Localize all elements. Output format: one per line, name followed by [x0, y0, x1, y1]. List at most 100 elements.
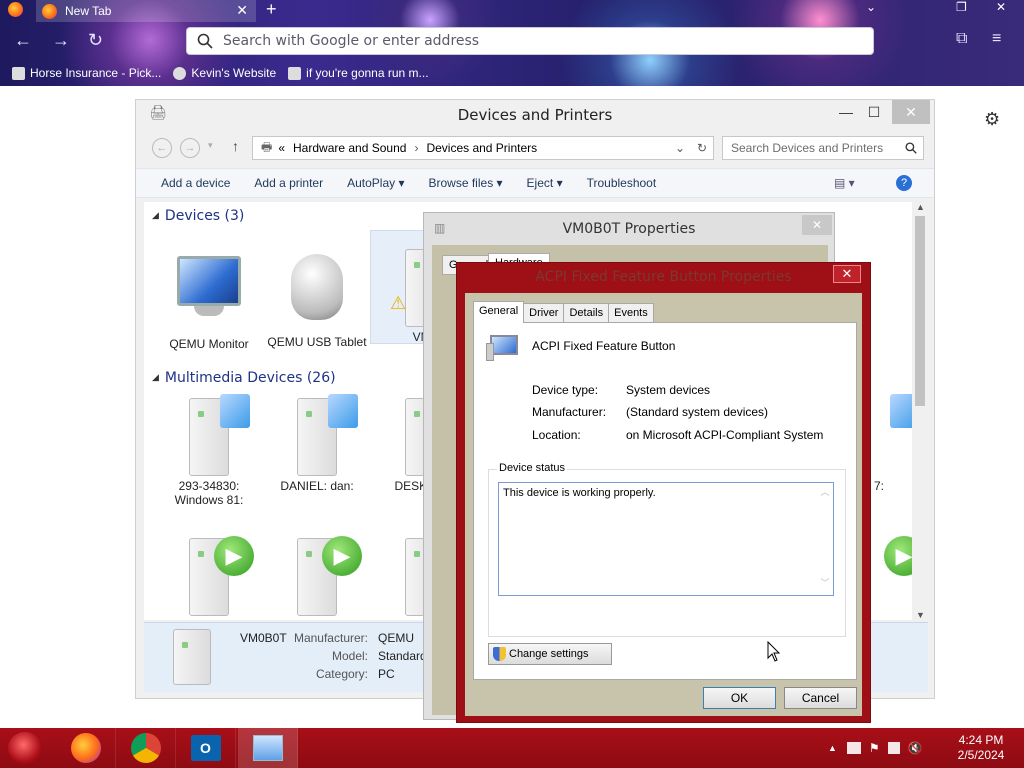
device-qemu-usb-tablet[interactable]: QEMU USB Tablet [262, 252, 372, 349]
ethernet-icon[interactable] [887, 742, 900, 754]
clock[interactable]: 4:24 PM 2/5/2024 [950, 733, 1012, 763]
acpi-properties-dialog: ACPI Fixed Feature Button Properties ✕ G… [456, 262, 871, 723]
new-tab-button[interactable]: + [266, 0, 277, 18]
add-printer-button[interactable]: Add a printer [254, 176, 323, 190]
collapse-icon[interactable]: ◢ [152, 373, 159, 383]
taskbar-firefox[interactable] [56, 728, 116, 768]
device-media-player[interactable]: ▶ [262, 536, 372, 619]
status-scrollbar[interactable]: ︿ ﹀ [817, 483, 833, 595]
clock-date: 2/5/2024 [957, 748, 1005, 762]
scroll-down-icon[interactable]: ﹀ [817, 576, 833, 589]
model-label: Model: [331, 649, 368, 663]
forward-icon[interactable]: → [180, 138, 200, 158]
close-button[interactable]: ✕ [892, 100, 930, 124]
device-qemu-monitor[interactable]: QEMU Monitor [154, 252, 264, 351]
up-arrow-icon[interactable]: ↑ [232, 138, 239, 154]
category-value: PC [378, 667, 395, 681]
media-server-icon [174, 394, 250, 476]
bookmark-icon [288, 66, 302, 80]
tab-new-tab[interactable]: New Tab ✕ [36, 0, 256, 22]
vertical-scrollbar[interactable]: ▲ ▼ [912, 202, 928, 620]
globe-icon [173, 66, 187, 80]
autoplay-button[interactable]: AutoPlay ▾ [347, 176, 404, 190]
scroll-thumb[interactable] [915, 216, 925, 406]
tab-general[interactable]: General [473, 301, 525, 323]
tab-driver[interactable]: Driver [523, 303, 565, 323]
chevron-down-icon[interactable]: ⌄ [675, 141, 685, 155]
cancel-button[interactable]: Cancel [784, 687, 857, 709]
manufacturer-label: Manufacturer: [532, 405, 607, 419]
close-tab-icon[interactable]: ✕ [236, 2, 248, 19]
taskbar: O ▲ ⚑ 🔇 4:24 PM 2/5/2024 [0, 728, 1024, 768]
reload-icon[interactable]: ↻ [88, 30, 103, 51]
media-player-icon: ▶ [282, 536, 362, 616]
chrome-icon [130, 733, 161, 763]
printer-icon: 🖨 [149, 104, 167, 120]
manufacturer-value: (Standard system devices) [626, 405, 769, 419]
eject-button[interactable]: Eject ▾ [527, 176, 563, 190]
scroll-up-icon[interactable]: ▲ [916, 202, 925, 212]
search-icon [197, 33, 213, 49]
search-icon [905, 142, 917, 154]
location-label: Location: [532, 428, 581, 442]
scroll-down-icon[interactable]: ▼ [916, 610, 925, 620]
back-icon[interactable]: ← [14, 30, 32, 51]
gear-icon[interactable]: ⚙ [984, 109, 1000, 130]
firefox-tab-icon [42, 3, 57, 19]
close-window-icon[interactable]: ✕ [996, 0, 1006, 14]
window-title: Devices and Printers [457, 106, 613, 124]
firefox-icon [70, 733, 101, 763]
chevron-down-icon[interactable]: ▾ [208, 140, 213, 151]
mouse-icon [282, 254, 352, 329]
ok-button[interactable]: OK [703, 687, 776, 709]
address-row: ← → ▾ ↑ 🖶 « Hardware and Sound › Devices… [144, 136, 928, 160]
add-device-button[interactable]: Add a device [161, 176, 230, 190]
show-hidden-icons-icon[interactable]: ▲ [828, 743, 837, 753]
network-icon[interactable] [846, 742, 861, 754]
bookmark-item[interactable]: Kevin's Website [173, 66, 276, 80]
address-bar[interactable]: 🖶 « Hardware and Sound › Devices and Pri… [252, 136, 714, 160]
url-bar[interactable]: Search with Google or enter address [186, 27, 874, 55]
close-button[interactable]: ✕ [833, 265, 861, 283]
device-multimedia[interactable]: 293-34830: Windows 81: [154, 394, 264, 507]
search-devices-input[interactable]: Search Devices and Printers [722, 136, 924, 160]
troubleshoot-button[interactable]: Troubleshoot [587, 176, 657, 190]
volume-muted-icon[interactable]: 🔇 [908, 741, 923, 755]
menu-icon[interactable]: ≡ [992, 30, 1001, 48]
taskbar-control-panel[interactable] [238, 728, 298, 768]
flag-icon[interactable]: ⚑ [869, 741, 880, 755]
close-button[interactable]: ✕ [802, 215, 832, 235]
tab-details[interactable]: Details [563, 303, 610, 323]
start-button[interactable] [8, 732, 42, 764]
bookmark-item[interactable]: Horse Insurance - Pick... [12, 66, 161, 80]
scroll-up-icon[interactable]: ︿ [817, 485, 833, 498]
minimize-button[interactable]: — [832, 100, 860, 124]
collapse-icon[interactable]: ◢ [152, 211, 159, 221]
maximize-button[interactable]: ☐ [860, 100, 888, 124]
breadcrumb-devices-and-printers[interactable]: Devices and Printers [426, 141, 537, 155]
refresh-icon[interactable]: ↻ [697, 141, 707, 155]
device-media-player[interactable]: ▶ [154, 536, 264, 619]
device-multimedia[interactable]: DANIEL: dan: [262, 394, 372, 493]
taskbar-chrome[interactable] [116, 728, 176, 768]
view-options-icon[interactable]: ▤ ▾ [834, 176, 855, 190]
firefox-icon [8, 2, 23, 17]
tab-events[interactable]: Events [608, 303, 654, 323]
breadcrumb-hardware-and-sound[interactable]: Hardware and Sound [293, 141, 406, 155]
system-tray: ▲ ⚑ 🔇 [828, 728, 923, 768]
taskbar-outlook[interactable]: O [176, 728, 236, 768]
back-icon[interactable]: ← [152, 138, 172, 158]
manufacturer-label: Manufacturer: [293, 631, 368, 645]
manufacturer-value: QEMU [378, 631, 414, 645]
group-header-multimedia[interactable]: ◢ Multimedia Devices (26) [152, 370, 336, 386]
forward-icon[interactable]: → [52, 30, 70, 51]
bookmark-item[interactable]: if you're gonna run m... [288, 66, 429, 80]
extensions-icon[interactable]: ⧉ [956, 30, 967, 48]
restore-window-icon[interactable]: ❐ [956, 0, 967, 14]
chevron-down-icon[interactable]: ⌄ [866, 0, 876, 14]
change-settings-button[interactable]: Change settings [488, 643, 612, 665]
browse-files-button[interactable]: Browse files ▾ [429, 176, 503, 190]
help-icon[interactable]: ? [896, 175, 912, 191]
device-status-textbox[interactable]: This device is working properly. ︿ ﹀ [498, 482, 834, 596]
group-header-devices[interactable]: ◢ Devices (3) [152, 208, 244, 224]
